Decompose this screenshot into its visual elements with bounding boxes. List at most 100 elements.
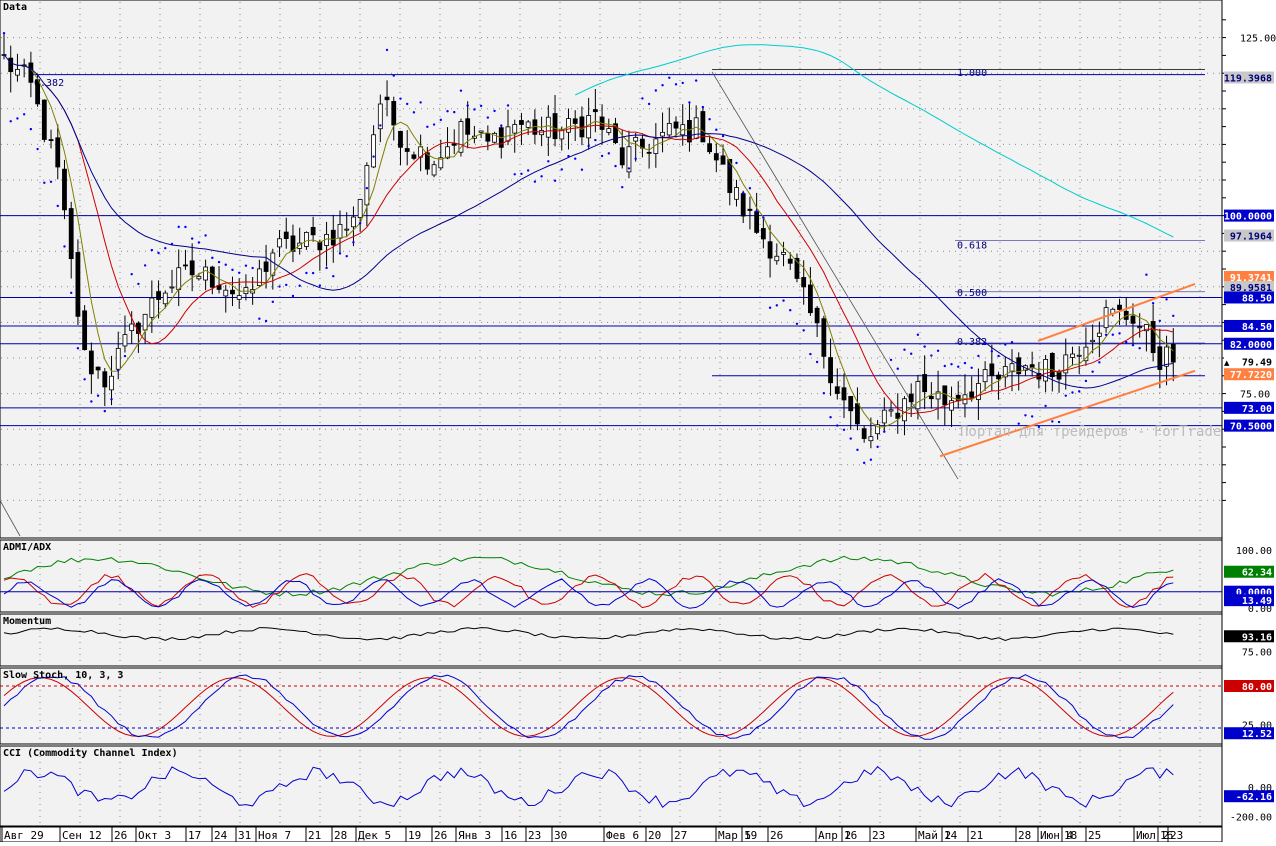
price-panel[interactable] bbox=[0, 0, 1223, 539]
psar-dot bbox=[755, 209, 758, 213]
candle-body bbox=[371, 134, 377, 168]
panel-axis-label: -200.00 bbox=[1230, 813, 1272, 824]
candle-body bbox=[592, 109, 598, 113]
candle-body bbox=[1096, 332, 1102, 337]
candle-body bbox=[102, 371, 108, 388]
candle-body bbox=[915, 381, 921, 410]
candle-body bbox=[28, 62, 34, 83]
psar-dot bbox=[305, 271, 308, 275]
candle-body bbox=[821, 318, 827, 357]
candle-body bbox=[646, 151, 652, 154]
candle-body bbox=[1150, 321, 1156, 354]
psar-dot bbox=[1145, 273, 1148, 276]
candle-body bbox=[243, 287, 249, 294]
psar-dot bbox=[1030, 415, 1034, 418]
psar-dot bbox=[836, 424, 839, 427]
psar-dot bbox=[1051, 420, 1054, 423]
psar-dot bbox=[251, 266, 254, 270]
psar-dot bbox=[224, 263, 227, 266]
candle-body bbox=[357, 199, 363, 218]
psar-dot bbox=[231, 268, 234, 272]
cci-panel[interactable] bbox=[0, 745, 1223, 827]
psar-dot bbox=[1104, 333, 1108, 337]
psar-dot bbox=[264, 319, 268, 323]
psar-dot bbox=[567, 154, 570, 158]
date-label: 27 bbox=[674, 829, 687, 842]
candle-body bbox=[505, 126, 511, 142]
date-label: 16 bbox=[504, 829, 517, 842]
psar-dot bbox=[36, 147, 39, 151]
candle-body bbox=[303, 232, 309, 247]
price-panel-title: Data bbox=[3, 2, 27, 13]
date-label: 21 bbox=[970, 829, 983, 842]
candle-body bbox=[209, 266, 215, 288]
adx-panel[interactable] bbox=[0, 539, 1223, 613]
candle-body bbox=[129, 323, 135, 331]
candle-body bbox=[398, 130, 403, 148]
psar-dot bbox=[997, 354, 1000, 358]
candle-body bbox=[700, 111, 706, 143]
psar-dot bbox=[540, 175, 543, 178]
psar-dot bbox=[815, 360, 819, 364]
date-label: 17 bbox=[188, 829, 201, 842]
psar-dot bbox=[1165, 298, 1168, 301]
psar-dot bbox=[150, 248, 154, 252]
candle-body bbox=[760, 228, 766, 240]
psar-dot bbox=[674, 83, 678, 86]
psar-dot bbox=[311, 271, 315, 275]
candle-body bbox=[982, 369, 988, 383]
psar-dot bbox=[930, 354, 933, 357]
psar-dot bbox=[923, 345, 926, 348]
psar-dot bbox=[1098, 361, 1101, 364]
psar-dot bbox=[889, 358, 893, 362]
psar-dot bbox=[291, 294, 295, 298]
psar-dot bbox=[1158, 319, 1162, 322]
candle-body bbox=[283, 231, 289, 239]
psar-dot bbox=[90, 400, 93, 403]
psar-dot bbox=[412, 111, 416, 114]
candle-body bbox=[922, 374, 928, 393]
candle-body bbox=[519, 120, 524, 125]
candle-body bbox=[572, 118, 578, 124]
psar-dot bbox=[1071, 391, 1074, 394]
candle-body bbox=[41, 99, 47, 140]
candle-body bbox=[781, 251, 786, 255]
psar-dot bbox=[735, 161, 738, 165]
candle-body bbox=[95, 366, 101, 371]
date-label: 30 bbox=[554, 829, 567, 842]
psar-dot bbox=[869, 458, 873, 461]
psar-dot bbox=[842, 428, 846, 431]
psar-dot bbox=[1172, 314, 1175, 318]
candle-body bbox=[149, 297, 155, 318]
psar-dot bbox=[553, 179, 557, 182]
momentum-panel[interactable] bbox=[0, 613, 1223, 667]
candle-body bbox=[1137, 326, 1143, 329]
psar-dot bbox=[668, 76, 671, 79]
psar-dot bbox=[157, 251, 160, 255]
psar-dot bbox=[325, 266, 328, 270]
fib-label: 0.500 bbox=[957, 288, 987, 299]
psar-dot bbox=[742, 191, 745, 195]
candle-body bbox=[787, 258, 793, 264]
psar-dot bbox=[143, 264, 147, 267]
candle-body bbox=[156, 291, 161, 300]
candle-body bbox=[801, 277, 807, 288]
fib-label: 1.000 bbox=[957, 68, 987, 79]
candle-body bbox=[969, 391, 975, 398]
date-label: Окт 3 bbox=[138, 829, 171, 842]
price-level-label: 119.3968 bbox=[1224, 73, 1272, 84]
candle-body bbox=[15, 69, 20, 76]
psar-dot bbox=[614, 164, 617, 168]
psar-dot bbox=[432, 123, 436, 126]
psar-dot bbox=[486, 116, 490, 119]
candle-body bbox=[330, 229, 336, 246]
date-label: Авг 29 bbox=[4, 829, 44, 842]
price-level-label: 97.1964 bbox=[1230, 232, 1272, 243]
candle-body bbox=[351, 216, 356, 228]
candle-body bbox=[828, 357, 833, 384]
psar-dot bbox=[708, 118, 711, 121]
candle-body bbox=[868, 436, 874, 442]
chart-canvas[interactable]: 0.3821.0000.6180.5000.382 Data Портал дл… bbox=[0, 0, 1276, 843]
price-level-label: 70.5000 bbox=[1230, 422, 1272, 433]
candle-body bbox=[310, 226, 316, 236]
